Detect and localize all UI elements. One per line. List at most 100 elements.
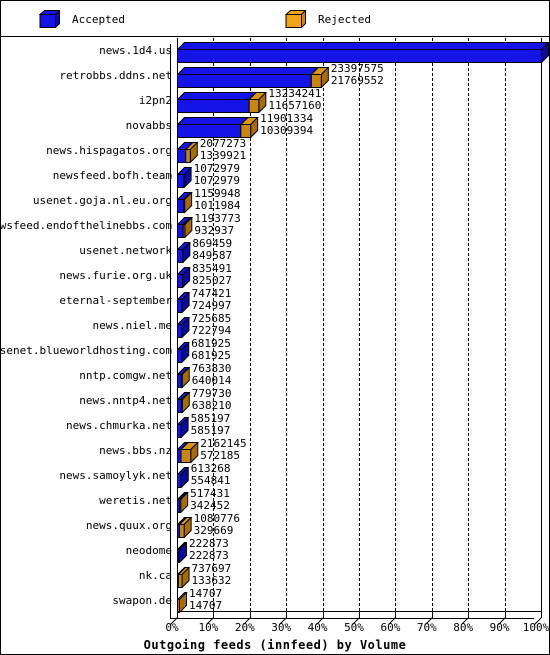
bar-3d-shape [177, 442, 199, 463]
bar-row: usenet.goja.nl.eu.org 1159948 1011984 [1, 188, 549, 213]
bar-accepted-value: 724997 [191, 299, 232, 312]
stacked-bar [177, 292, 191, 313]
bar-3d-shape [177, 367, 191, 388]
bar-row-label: news.1d4.us [99, 44, 172, 57]
bar-accepted-value: 585197 [190, 424, 231, 437]
rejected-swatch-cube-icon [285, 10, 306, 28]
bar-row-label: i2pn2 [138, 94, 172, 107]
bar-value-labels: 725685 722794 [191, 313, 231, 337]
bar-accepted-value: 11657160 [268, 99, 322, 112]
stacked-bar [177, 192, 193, 213]
bar-accepted-value: 342452 [190, 499, 230, 512]
stacked-bar [177, 392, 191, 413]
bar-value-labels: 1080776 329669 [194, 513, 240, 537]
bar-accepted-value: 932937 [194, 224, 235, 237]
bar-row: novabbs 11901334 10309394 [1, 113, 549, 138]
x-tick-label: 80% [453, 621, 474, 634]
bar-value-labels: 23397575 21769552 [331, 63, 384, 87]
bar-accepted-value: 849587 [192, 249, 233, 262]
bar-3d-shape [177, 267, 191, 288]
bar-3d-shape [177, 92, 268, 113]
bar-accepted-value: 825027 [192, 274, 232, 287]
bar-row-label: usenet.goja.nl.eu.org [32, 194, 172, 207]
bar-3d-shape [177, 167, 193, 188]
bar-row: news.chmurka.net 585197 585197 [1, 413, 549, 438]
bar-value-labels: 585197 585197 [191, 413, 231, 437]
bar-value-labels: 1193773 932937 [194, 213, 240, 237]
bar-3d-shape [177, 217, 194, 238]
stacked-bar [177, 142, 199, 163]
x-tick-depth-line [170, 611, 179, 625]
bar-row: news.nntp4.net 779730 638210 [1, 388, 549, 413]
bar-accepted-value: 1339921 [199, 149, 247, 162]
stacked-bar [177, 492, 189, 513]
bar-row-label: novabbs [125, 119, 172, 132]
x-tick-depth-line [315, 611, 325, 625]
x-tick-depth-line [388, 611, 397, 625]
x-tick-depth-line [461, 611, 470, 625]
bar-value-labels: 835491 825027 [192, 263, 232, 287]
right-axis [541, 38, 542, 611]
bar-value-labels: 2162145 572185 [200, 438, 246, 462]
bar-accepted-value: 10309394 [260, 124, 314, 137]
bar-3d-shape [177, 142, 199, 163]
bar-row-label: news.nntp4.net [79, 394, 172, 407]
bar-value-labels: 1072979 1072979 [194, 163, 240, 187]
bar-accepted-value: 681925 [191, 349, 231, 362]
bar-row: news.samoylyk.net 613268 554841 [1, 463, 549, 488]
bar-value-labels: 1159948 1011984 [194, 188, 240, 212]
bar-row-label: swapon.de [112, 594, 172, 607]
bar-3d-shape [177, 317, 191, 338]
bar-row-label: news.niel.me [92, 319, 172, 332]
stacked-bar [177, 567, 191, 588]
bar-accepted-value: 640014 [191, 374, 232, 387]
stacked-bar [177, 242, 191, 263]
x-tick-depth-line [534, 611, 543, 625]
bar-value-labels: 222873 222873 [189, 538, 229, 562]
bar-3d-shape [177, 592, 188, 613]
bar-row: eternal-september 747421 724997 [1, 288, 549, 313]
bar-accepted-value: 329669 [193, 524, 234, 537]
bar-row-label: nntp.comgw.net [79, 369, 172, 382]
bar-3d-shape [177, 292, 191, 313]
stacked-bar [177, 317, 191, 338]
stacked-bar [177, 117, 259, 138]
bar-accepted-value: 21769552 [330, 74, 384, 87]
stacked-bar [177, 517, 193, 538]
bar-row: newsfeed.bofh.team 1072979 1072979 [1, 163, 549, 188]
bar-row: weretis.net 517431 342452 [1, 488, 549, 513]
bar-3d-shape [177, 467, 190, 488]
bar-3d-shape [177, 192, 193, 213]
bar-3d-shape [177, 42, 550, 63]
bar-row: swapon.de 14707 14707 [1, 588, 549, 613]
bar-row: neodome 222873 222873 [1, 538, 549, 563]
bar-value-labels: 681925 681925 [191, 338, 231, 362]
stacked-bar [177, 442, 199, 463]
stacked-bar [177, 417, 190, 438]
bar-row-label: eternal-september [59, 294, 172, 307]
chart-plot-area: news.1d4.us5921895859190705retrobbs.ddns… [0, 38, 550, 654]
bar-accepted-value: 1011984 [194, 199, 241, 212]
bar-3d-shape [177, 492, 189, 513]
bar-3d-shape [177, 392, 191, 413]
bar-row-label: nk.ca [138, 569, 172, 582]
x-tick-label: 0% [165, 621, 179, 634]
x-tick-label: 30% [271, 621, 292, 634]
bar-3d-shape [177, 542, 188, 563]
stacked-bar [177, 42, 550, 63]
bar-row-label: weretis.net [99, 494, 172, 507]
bar-row: newsfeed.endofthelinebbs.com 1193773 93293… [0, 213, 549, 238]
bar-value-labels: 737697 133632 [192, 563, 232, 587]
bar-accepted-value: 222873 [189, 549, 229, 562]
bar-3d-shape [177, 242, 191, 263]
bar-row-label: newsfeed.endofthelinebbs.com [0, 219, 172, 232]
stacked-bar [177, 542, 188, 563]
bar-row: news.niel.me 725685 722794 [1, 313, 549, 338]
bar-3d-shape [177, 117, 259, 138]
bar-value-labels: 763830 640014 [192, 363, 232, 387]
chart-legend: Accepted Rejected [1, 1, 549, 37]
bar-row: news.hispagatos.org 2077273 1339921 [1, 138, 549, 163]
bar-accepted-value: 133632 [191, 574, 232, 587]
x-tick-depth-line [242, 611, 252, 625]
stacked-bar [177, 217, 194, 238]
